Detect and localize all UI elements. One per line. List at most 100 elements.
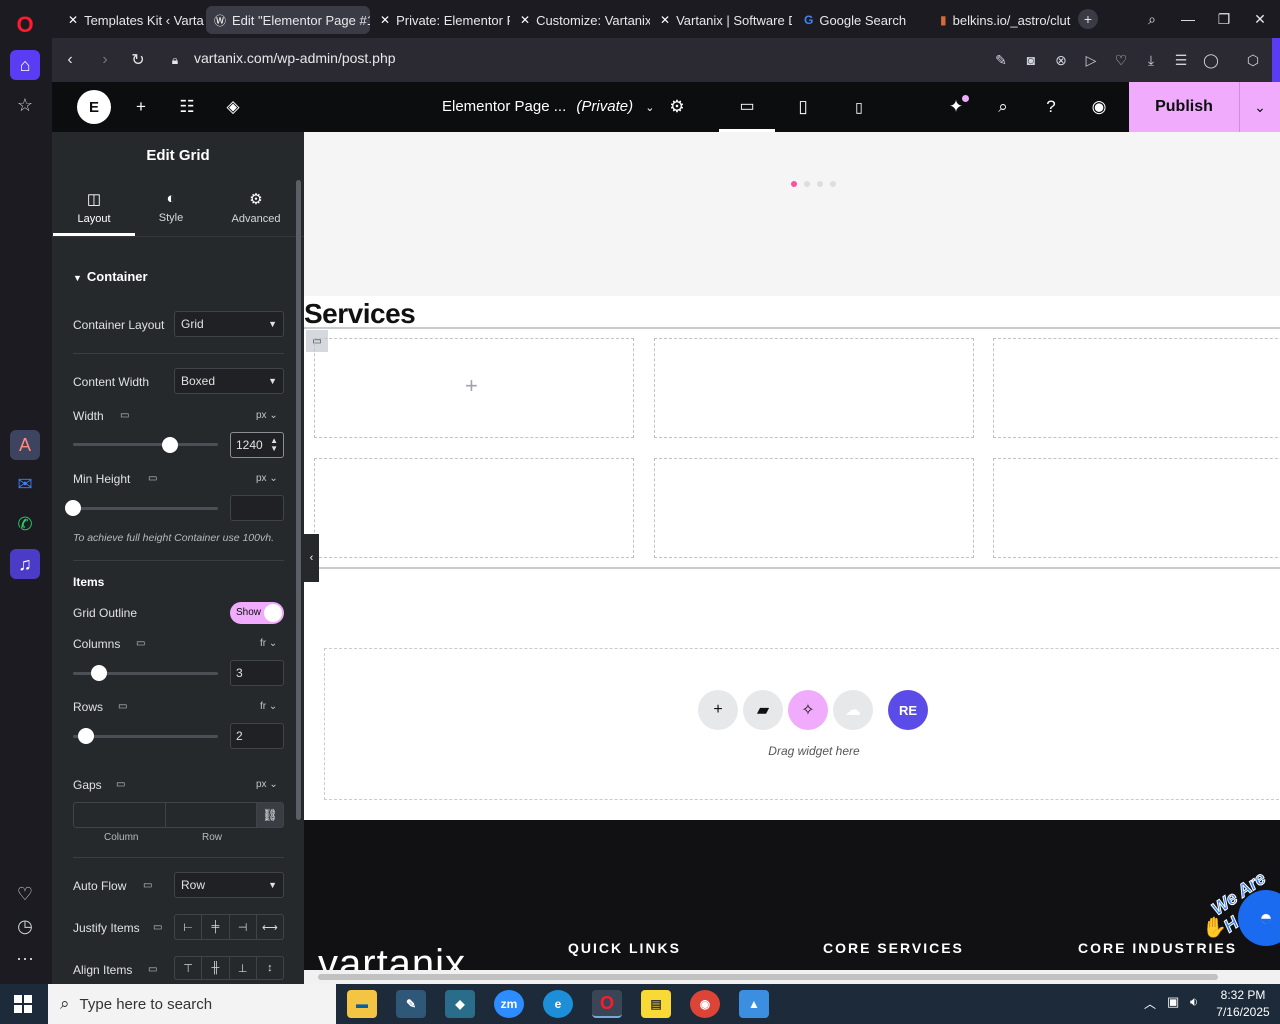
grid-cell[interactable] [993,458,1280,558]
columns-slider-thumb[interactable] [91,665,108,681]
tab-advanced[interactable]: ⚙ Advanced [215,190,297,236]
columns-unit-select[interactable]: fr ⌄ [260,638,277,649]
back-icon[interactable]: ‹ [59,49,81,71]
stepper-icon[interactable]: ▲ ▼ [270,437,278,453]
publish-button[interactable]: Publish [1129,82,1239,132]
template-library-button[interactable]: ▰ [743,690,783,730]
rows-slider-thumb[interactable] [78,728,95,744]
tab-layout[interactable]: ◫ Layout [53,190,135,236]
volume-icon[interactable]: 🔉︎ [1190,994,1198,1010]
desktop-icon[interactable]: ▭ [116,779,125,790]
taskbar-search[interactable]: ⌕ Type here to search [48,984,336,1024]
taskbar-clock[interactable]: 8:32 PM 7/16/2025 [1210,987,1276,1021]
slider-dot[interactable] [817,181,823,187]
gap-row-input[interactable] [166,803,257,827]
slider-dot[interactable] [804,181,810,187]
browser-tab[interactable]: ✕ Vartanix | Software D [652,6,792,34]
opera-logo-icon[interactable]: O [10,10,40,40]
royal-elementor-button[interactable]: RE [888,690,928,730]
tab-style[interactable]: ◐ Style [130,190,212,236]
width-slider-track[interactable] [73,443,218,446]
grid-cell[interactable] [993,338,1280,438]
heart-icon[interactable]: ♡ [10,879,40,909]
section-container-toggle[interactable]: ▼ Container [73,269,148,284]
device-desktop[interactable]: ▭ [719,82,775,132]
panel-scrollbar[interactable] [296,180,301,820]
services-heading[interactable]: Services [304,298,416,330]
min-height-slider-track[interactable] [73,507,218,510]
favorites-heart-icon[interactable]: ♡ [1112,51,1130,69]
chat-widget-button[interactable]: ◓ [1238,890,1280,946]
browser-tab[interactable]: ✕ Customize: Vartanix [512,6,650,34]
more-options-icon[interactable]: ⋯ [10,944,40,974]
app-diamond-icon[interactable]: ◆ [445,990,475,1018]
structure-layers-icon[interactable]: ◈ [222,96,244,118]
messenger-icon[interactable]: ✉ [10,469,40,499]
desktop-icon[interactable]: ▭ [148,473,157,484]
desktop-icon[interactable]: ▭ [153,922,162,933]
min-height-slider-thumb[interactable] [65,500,81,516]
align-start-icon[interactable]: ⊤ [175,957,203,979]
rows-slider-track[interactable] [73,735,218,738]
align-center-icon[interactable]: ╫ [202,957,230,979]
kit-button[interactable]: ☁ [833,690,873,730]
paint-app-icon[interactable]: ✎ [396,990,426,1018]
tablet-icon[interactable]: ▯ [792,96,814,118]
reload-icon[interactable]: ↻ [127,49,149,71]
network-icon[interactable]: ▣ [1167,994,1179,1010]
elementor-logo-icon[interactable]: E [77,90,111,124]
desktop-icon[interactable]: ▭ [120,410,129,421]
site-settings-sliders-icon[interactable]: ☷ [176,96,198,118]
page-settings-gear-icon[interactable]: ⚙ [666,96,688,118]
browser-tab[interactable]: ✕ Templates Kit ‹ Varta [60,6,204,34]
justify-center-icon[interactable]: ╪ [202,915,230,939]
width-slider-thumb[interactable] [162,437,179,453]
minimize-icon[interactable]: — [1176,8,1200,30]
zoom-icon[interactable]: zm [494,990,524,1018]
flow-icon[interactable]: ▷ [1082,51,1100,69]
slider-dot-active[interactable] [791,181,797,187]
home-icon[interactable]: ⌂ [10,50,40,80]
justify-end-icon[interactable]: ⊣ [230,915,257,939]
easy-setup-icon[interactable]: ☰ [1172,51,1190,69]
desktop-icon[interactable]: ▭ [148,964,157,975]
desktop-icon[interactable]: ▭ [136,638,145,649]
aria-app-icon[interactable]: A [10,430,40,460]
close-window-icon[interactable]: ✕ [1248,8,1272,30]
search-icon[interactable]: ⌕ [992,96,1014,118]
new-tab-icon[interactable]: + [1078,9,1098,29]
music-player-icon[interactable]: ♫ [10,549,40,579]
grid-cell[interactable] [314,458,634,558]
add-element-icon[interactable]: + [130,96,152,118]
panel-collapse-handle[interactable]: ‹ [304,534,319,582]
url-field[interactable]: vartanix.com/wp-admin/post.php [194,50,396,66]
columns-input[interactable]: 3 [230,660,284,686]
chrome-icon[interactable]: ◉ [690,990,720,1018]
edit-page-icon[interactable]: ✎ [992,51,1010,69]
mobile-icon[interactable]: ▯ [848,96,870,118]
photos-icon[interactable]: ▲ [739,990,769,1018]
content-width-select[interactable]: Boxed ▼ [174,368,284,394]
slider-dot[interactable] [830,181,836,187]
camera-icon[interactable]: ◙ [1022,51,1040,69]
justify-start-icon[interactable]: ⊢ [175,915,203,939]
width-input[interactable]: 1240 ▲ ▼ [230,432,284,458]
tray-chevron-up-icon[interactable]: ︿ [1144,995,1156,1012]
publish-options-button[interactable]: ⌄ [1239,82,1280,132]
speed-dial-star-icon[interactable]: ☆ [10,90,40,120]
forward-icon[interactable]: › [94,49,116,71]
search-tabs-icon[interactable]: ⌕ [1140,8,1164,30]
ai-generate-button[interactable]: ✧ [788,690,828,730]
grid-cell[interactable] [654,458,974,558]
grid-outline-toggle[interactable]: Show [230,602,284,624]
browser-tab[interactable]: ✕ Private: Elementor Pa [372,6,510,34]
extensions-cube-icon[interactable]: ⬡ [1244,51,1262,69]
container-layout-select[interactable]: Grid ▼ [174,311,284,337]
width-unit-select[interactable]: px ⌄ [256,410,278,421]
history-clock-icon[interactable]: ◷ [10,911,40,941]
edge-icon[interactable]: e [543,990,573,1018]
scrollbar-thumb[interactable] [318,974,1218,980]
add-widget-plus-icon[interactable]: + [465,373,478,399]
help-icon[interactable]: ? [1040,96,1062,118]
browser-tab-active[interactable]: Ⓦ Edit "Elementor Page #10 [206,6,370,34]
